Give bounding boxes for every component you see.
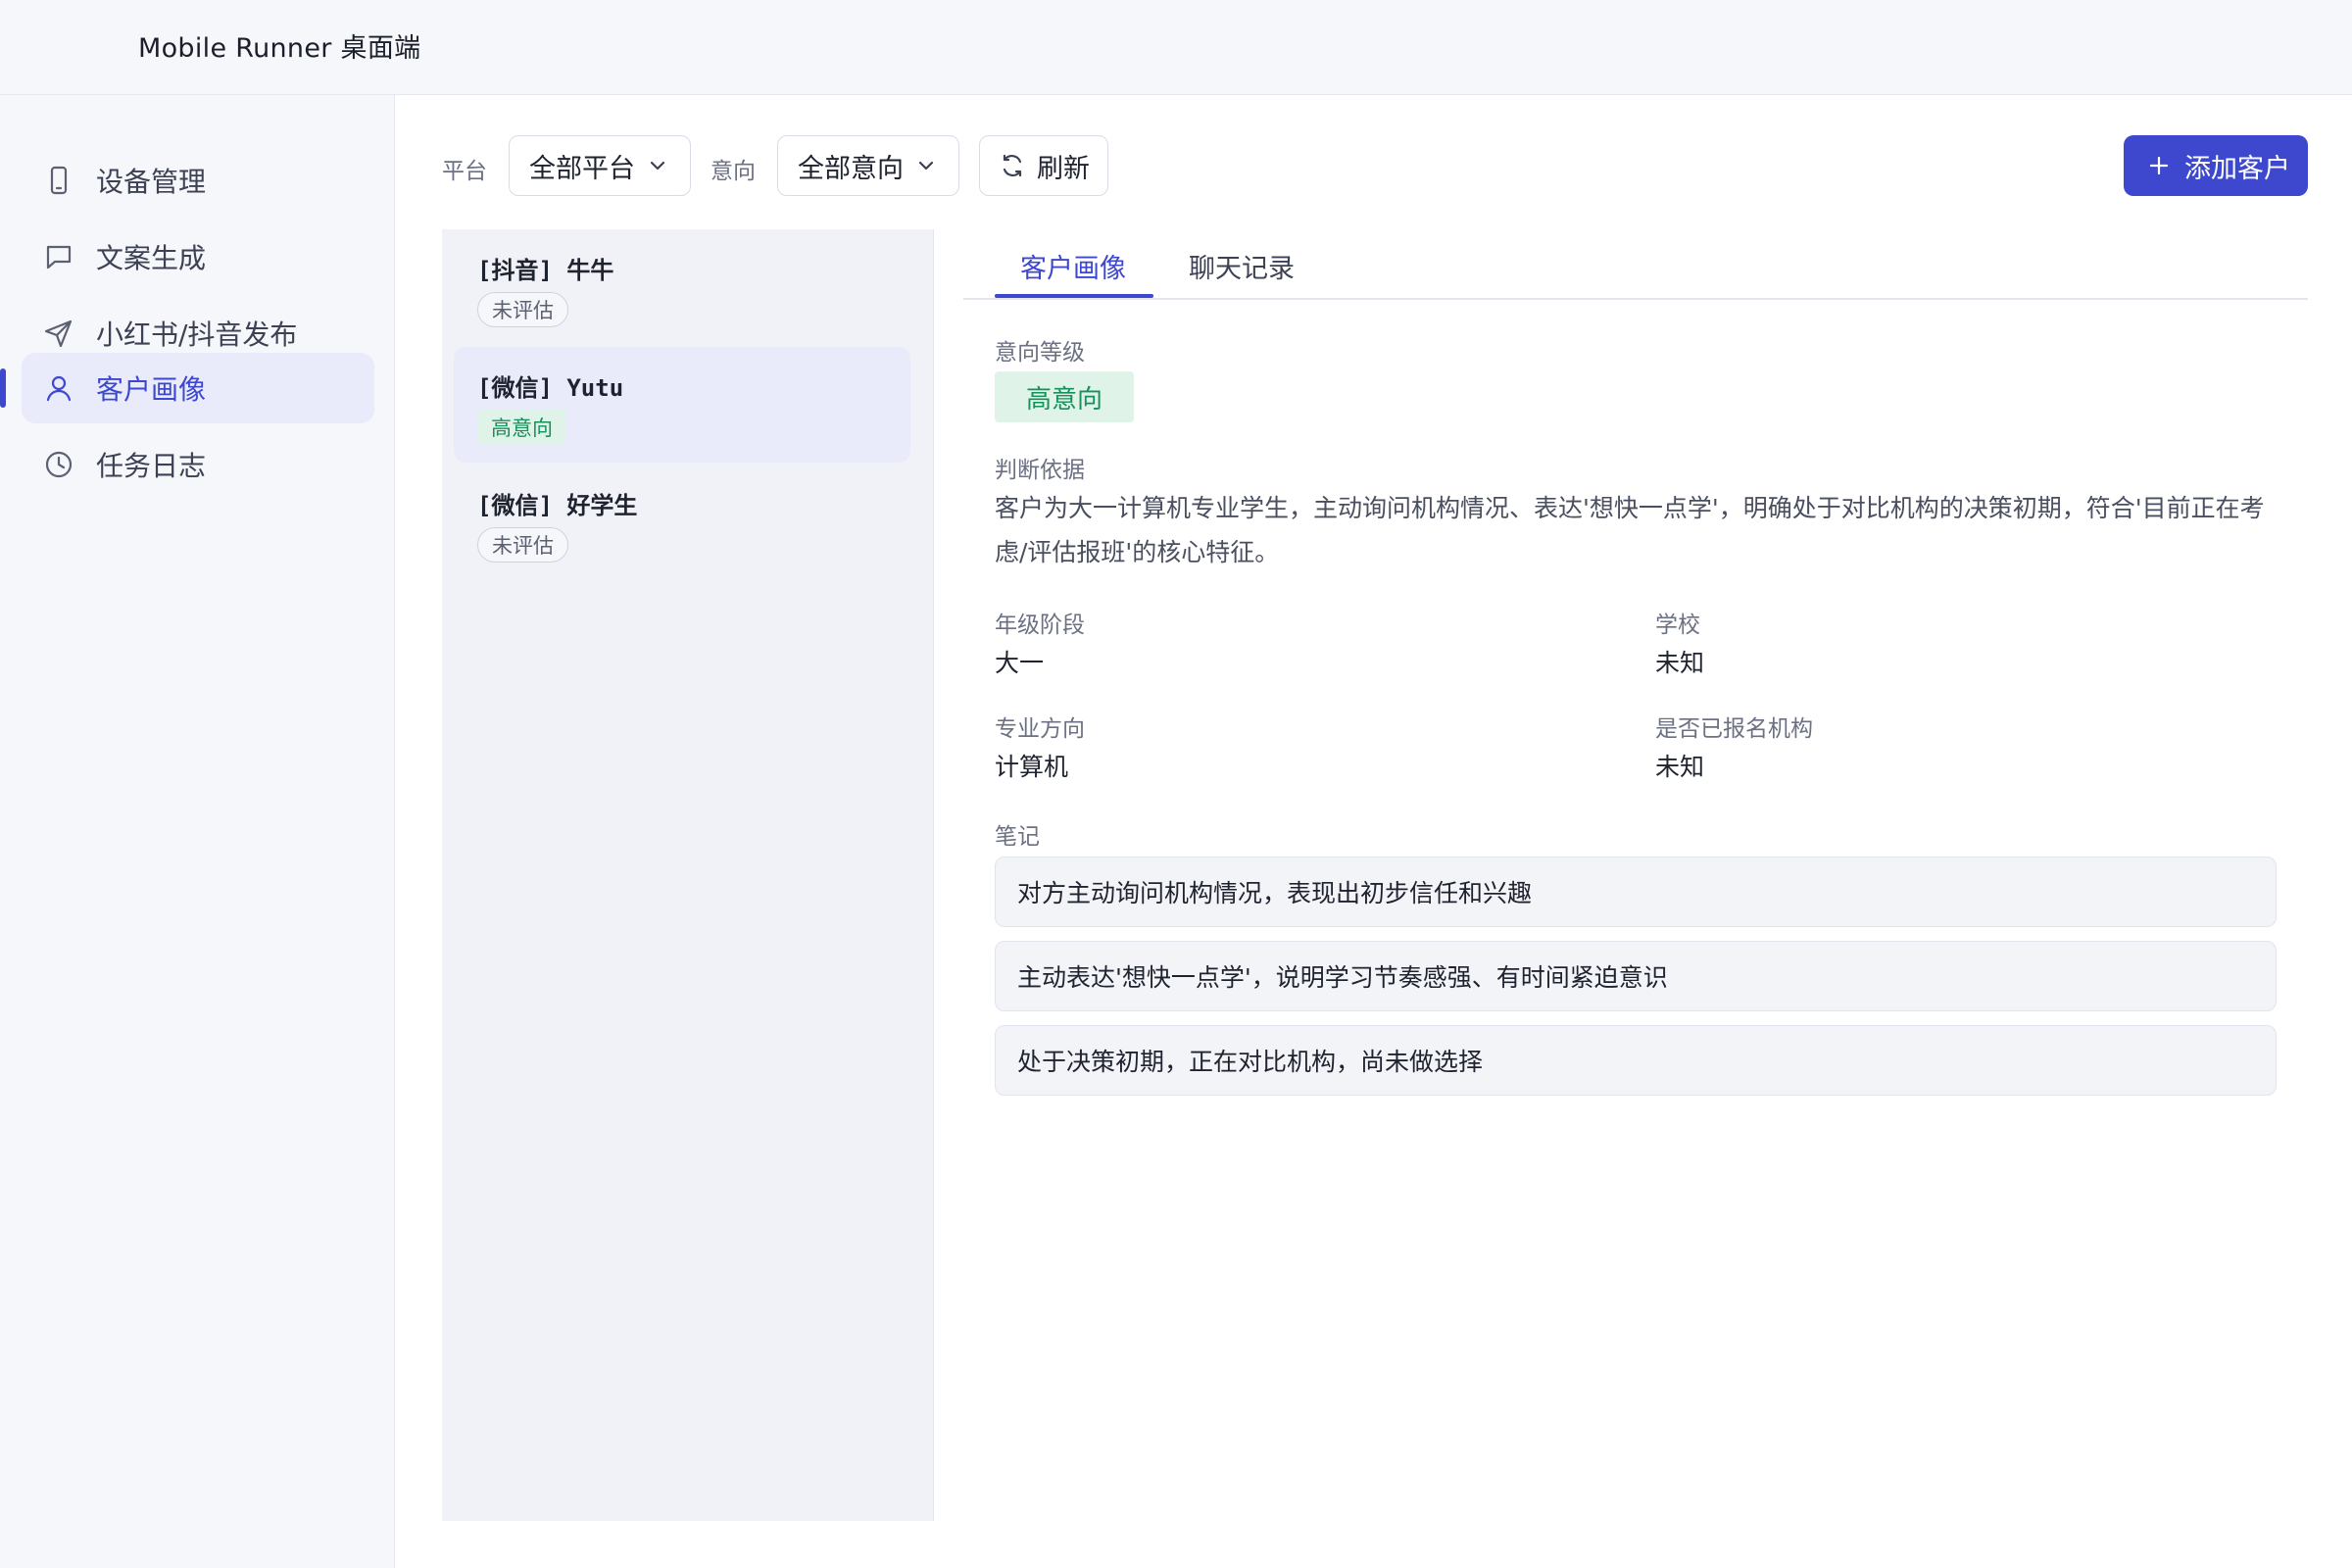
customer-list: [抖音] 牛牛 未评估 [微信] Yutu 高意向 [微信] 好学生 未评估 — [442, 229, 934, 1521]
status-badge: 未评估 — [477, 527, 568, 563]
intent-select-value: 全部意向 — [798, 153, 904, 184]
intent-level-badge: 高意向 — [995, 371, 1134, 422]
send-icon — [43, 318, 74, 349]
top-bar: Mobile Runner 桌面端 — [0, 0, 2352, 95]
sidebar-item-label: 客户画像 — [96, 373, 207, 406]
customer-list-item[interactable]: [抖音] 牛牛 未评估 — [454, 229, 910, 345]
chat-icon — [43, 241, 74, 272]
grade-value: 大一 — [995, 649, 1045, 677]
sidebar-item-customer-profile[interactable]: 客户画像 — [22, 353, 374, 423]
sidebar-item-label: 文案生成 — [96, 242, 207, 274]
intent-level-label: 意向等级 — [995, 340, 1085, 366]
refresh-icon — [1003, 154, 1022, 177]
chevron-down-icon — [650, 161, 665, 171]
sidebar-item-copywriting[interactable]: 文案生成 — [22, 221, 374, 292]
school-value: 未知 — [1655, 649, 1705, 677]
user-icon — [43, 372, 74, 404]
intent-filter-label: 意向 — [710, 159, 756, 184]
detail-tabs: 客户画像 聊天记录 — [963, 229, 2308, 300]
sidebar-item-label: 设备管理 — [96, 166, 207, 198]
add-customer-button[interactable]: 添加客户 — [2124, 135, 2308, 196]
tab-chat-history[interactable]: 聊天记录 — [1189, 247, 1295, 285]
status-badge: 未评估 — [477, 292, 568, 327]
sidebar-item-task-log[interactable]: 任务日志 — [22, 429, 374, 500]
note-item[interactable]: 处于决策初期，正在对比机构，尚未做选择 — [995, 1025, 2277, 1096]
sidebar-item-label: 任务日志 — [96, 450, 207, 482]
basis-text: 客户为大一计算机专业学生，主动询问机构情况、表达'想快一点学'，明确处于对比机构… — [995, 494, 2265, 566]
note-item[interactable]: 对方主动询问机构情况，表现出初步信任和兴趣 — [995, 857, 2277, 927]
active-indicator — [0, 368, 6, 408]
status-badge: 高意向 — [477, 410, 566, 445]
school-label: 学校 — [1655, 612, 1700, 638]
customer-list-item[interactable]: [微信] 好学生 未评估 — [454, 465, 910, 580]
customer-detail-panel: 客户画像 聊天记录 意向等级 高意向 判断依据 客户为大一计算机专业学生，主动询… — [963, 229, 2308, 1521]
main-content: 平台 全部平台 意向 全部意向 刷新 添加客户 [抖音] 牛牛 未评估 [微信]… — [394, 95, 2352, 1568]
customer-name: [微信] Yutu — [477, 374, 624, 402]
grade-label: 年级阶段 — [995, 612, 1085, 638]
filter-toolbar: 平台 全部平台 意向 全部意向 刷新 添加客户 — [395, 95, 2352, 232]
sidebar: 设备管理 文案生成 小红书/抖音发布 客户画像 任务日志 — [0, 95, 394, 1568]
platform-select-value: 全部平台 — [529, 153, 635, 184]
enrolled-label: 是否已报名机构 — [1655, 716, 1813, 742]
add-customer-label: 添加客户 — [2184, 153, 2290, 184]
major-label: 专业方向 — [995, 716, 1085, 742]
platform-filter-label: 平台 — [442, 159, 487, 184]
customer-list-item[interactable]: [微信] Yutu 高意向 — [454, 347, 910, 463]
refresh-label: 刷新 — [1037, 153, 1090, 184]
major-value: 计算机 — [995, 753, 1069, 781]
sidebar-item-device-management[interactable]: 设备管理 — [22, 145, 374, 216]
customer-name: [抖音] 牛牛 — [477, 257, 614, 284]
intent-select[interactable]: 全部意向 — [777, 135, 959, 196]
active-tab-underline — [995, 294, 1153, 298]
platform-select[interactable]: 全部平台 — [509, 135, 691, 196]
app-window: Mobile Runner 桌面端 设备管理 文案生成 小红书/抖音发布 客户画… — [0, 0, 2352, 1568]
chevron-down-icon — [918, 161, 934, 171]
refresh-button[interactable]: 刷新 — [979, 135, 1108, 196]
notes-label: 笔记 — [995, 824, 1040, 850]
basis-label: 判断依据 — [995, 458, 1085, 483]
tab-customer-profile[interactable]: 客户画像 — [1020, 247, 1126, 285]
sidebar-item-label: 小红书/抖音发布 — [96, 318, 298, 351]
note-item[interactable]: 主动表达'想快一点学'，说明学习节奏感强、有时间紧迫意识 — [995, 941, 2277, 1011]
app-title: Mobile Runner 桌面端 — [138, 33, 421, 64]
phone-icon — [43, 165, 74, 196]
customer-name: [微信] 好学生 — [477, 492, 638, 519]
plus-icon — [2149, 156, 2169, 175]
enrolled-value: 未知 — [1655, 753, 1705, 781]
clock-icon — [43, 449, 74, 480]
